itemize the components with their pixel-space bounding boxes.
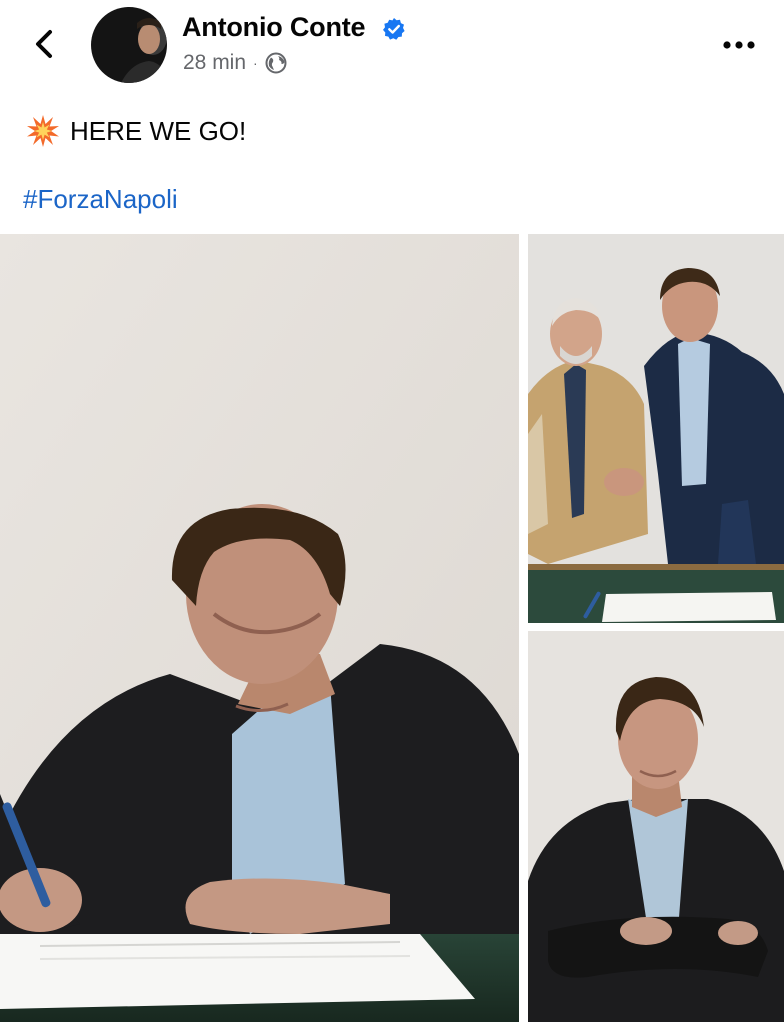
photo-signing[interactable] xyxy=(0,234,519,1022)
verified-badge-icon xyxy=(382,17,406,41)
post-meta: 28 min · xyxy=(183,51,287,75)
meta-separator: · xyxy=(253,55,258,71)
avatar[interactable] xyxy=(91,7,167,83)
post-time[interactable]: 28 min xyxy=(183,51,246,75)
back-button[interactable] xyxy=(24,24,64,64)
photo-portrait[interactable] xyxy=(528,631,784,1022)
photo-handshake[interactable] xyxy=(528,234,784,623)
collision-emoji-icon xyxy=(26,114,60,148)
globe-icon[interactable] xyxy=(265,52,287,74)
author-name[interactable]: Antonio Conte xyxy=(182,12,366,43)
post-text: HERE WE GO! xyxy=(26,114,246,148)
post-message: HERE WE GO! xyxy=(70,115,247,146)
more-options-button[interactable] xyxy=(716,28,762,62)
hashtag-link[interactable]: #ForzaNapoli xyxy=(23,184,178,215)
chevron-left-icon xyxy=(36,30,52,58)
more-horizontal-icon xyxy=(723,41,755,49)
